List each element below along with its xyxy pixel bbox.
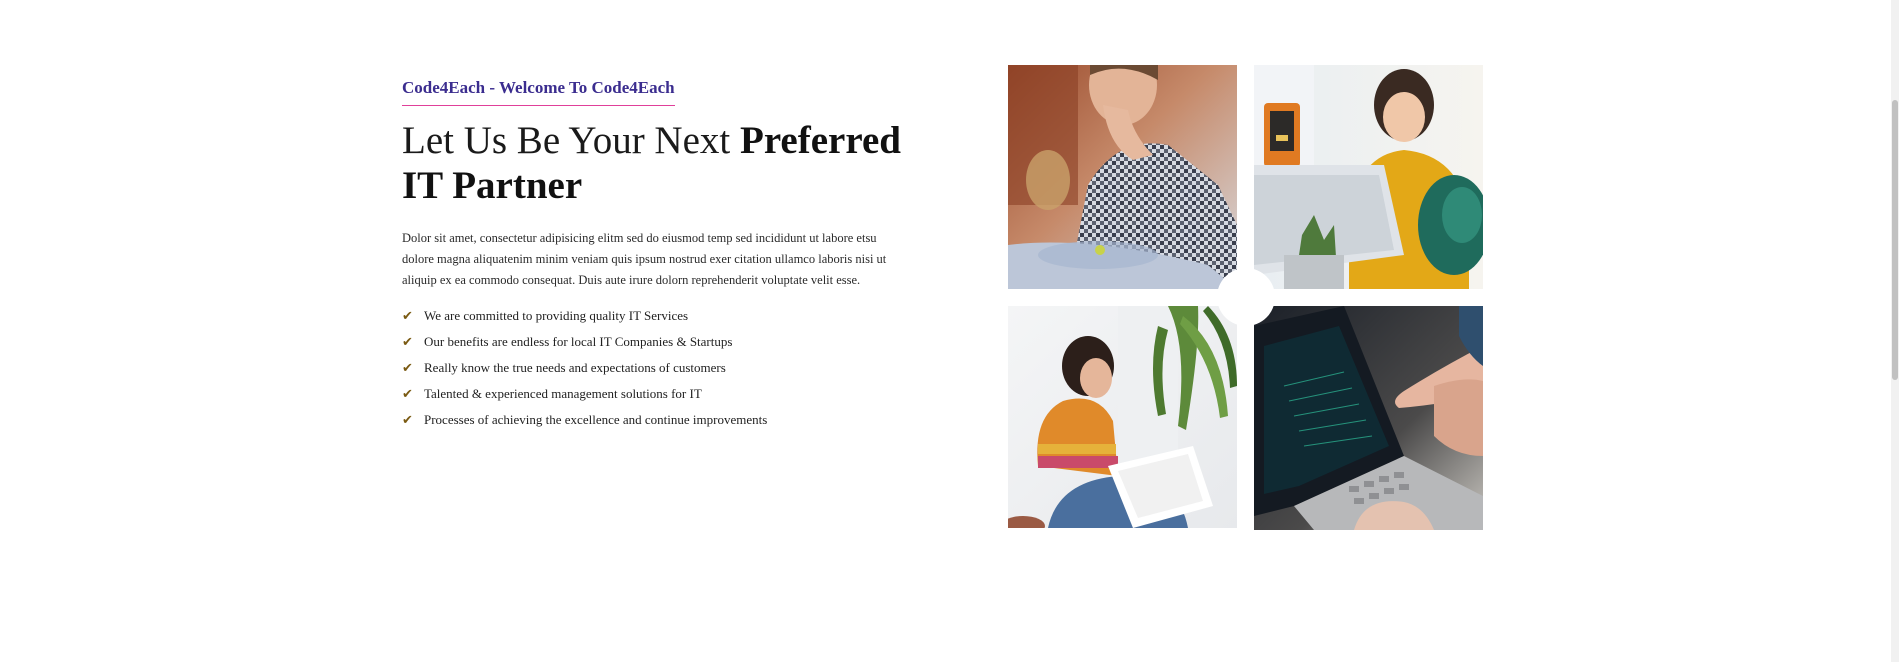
page-scrollbar[interactable] bbox=[1891, 0, 1899, 662]
page: Code4Each - Welcome To Code4Each Let Us … bbox=[0, 0, 1899, 662]
feature-text: Our benefits are endless for local IT Co… bbox=[424, 334, 733, 349]
feature-item: ✔ Processes of achieving the excellence a… bbox=[402, 407, 902, 433]
gallery-center-circle bbox=[1217, 268, 1275, 326]
feature-text: We are committed to providing quality IT… bbox=[424, 308, 689, 323]
hands-pointing-laptop-photo bbox=[1254, 306, 1483, 530]
check-icon: ✔ bbox=[402, 308, 413, 324]
feature-item: ✔ Really know the true needs and expectat… bbox=[402, 355, 902, 381]
feature-text: Really know the true needs and expectati… bbox=[424, 360, 726, 375]
woman-reading-papers-photo bbox=[1008, 306, 1237, 528]
about-section: Code4Each - Welcome To Code4Each Let Us … bbox=[402, 78, 902, 433]
office-man-thinking-photo bbox=[1008, 65, 1237, 289]
image-gallery bbox=[1008, 65, 1483, 530]
feature-list: ✔ We are committed to providing quality I… bbox=[402, 303, 902, 433]
feature-item: ✔ Our benefits are endless for local IT C… bbox=[402, 329, 902, 355]
feature-text: Processes of achieving the excellence an… bbox=[424, 412, 768, 427]
section-description: Dolor sit amet, consectetur adipisicing … bbox=[402, 231, 887, 287]
woman-laptop-smiling-photo bbox=[1254, 65, 1483, 289]
check-icon: ✔ bbox=[402, 386, 413, 402]
feature-item: ✔ We are committed to providing quality I… bbox=[402, 303, 902, 329]
scrollbar-thumb[interactable] bbox=[1892, 100, 1898, 380]
heading-light-text: Let Us Be Your Next bbox=[402, 119, 740, 162]
check-icon: ✔ bbox=[402, 412, 413, 428]
feature-item: ✔ Talented & experienced management solut… bbox=[402, 381, 902, 407]
heading-bold-text-1: Preferred bbox=[740, 119, 901, 162]
check-icon: ✔ bbox=[402, 360, 413, 376]
section-heading: Let Us Be Your Next Preferred IT Partner bbox=[402, 118, 902, 208]
section-subtitle: Code4Each - Welcome To Code4Each bbox=[402, 78, 675, 106]
check-icon: ✔ bbox=[402, 334, 413, 350]
heading-bold-text-2: IT Partner bbox=[402, 164, 583, 207]
feature-text: Talented & experienced management soluti… bbox=[424, 386, 702, 401]
